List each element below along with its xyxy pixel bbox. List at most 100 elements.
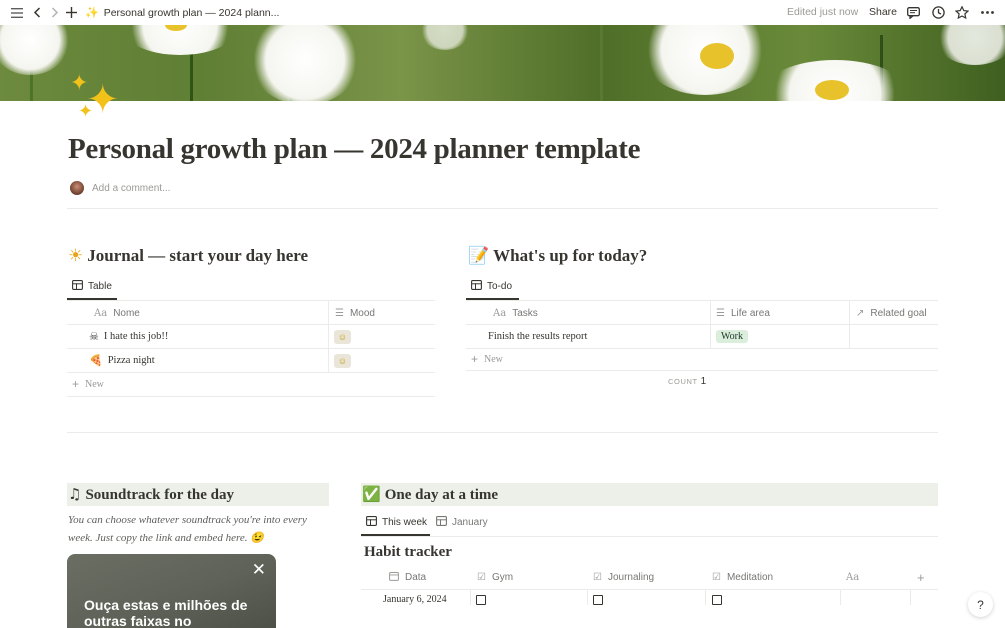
cover-image [0,25,1005,101]
column-divider [470,590,471,605]
share-button[interactable]: Share [869,6,897,18]
count-label: COUNT [668,377,698,386]
column-header-label: Related goal [870,307,927,319]
column-divider [705,590,706,605]
tab-this-week[interactable]: This week [366,516,427,529]
column-header-related-goal[interactable]: ↗ Related goal [856,302,927,324]
menu-icon[interactable] [8,0,26,25]
check-mark-icon: ✅ [362,485,381,503]
table-row[interactable]: Finish the results report [488,325,587,348]
divider [361,536,938,537]
column-header-life-area[interactable]: ☰ Life area [716,302,770,324]
divider [67,372,435,373]
life-area-cell[interactable]: Work [716,325,748,348]
table-row[interactable]: January 6, 2024 [383,591,447,608]
divider [67,396,435,397]
pizza-icon: 🍕 [89,355,103,367]
column-header-mood[interactable]: ☰ Mood [335,302,375,324]
list-property-icon: ☰ [335,307,344,319]
plus-icon: + [72,377,80,391]
divider [67,300,435,301]
column-header-gym[interactable]: ☑ Gym [477,567,513,588]
tab-todo-label: To-do [487,281,513,292]
comment-placeholder[interactable]: Add a comment... [92,183,170,194]
column-header-data[interactable]: Data [389,567,426,588]
mood-cell[interactable]: ☺ [334,325,351,348]
soundtrack-description: You can choose whatever soundtrack you'r… [68,511,307,547]
table-row[interactable]: ☠ I hate this job!! [89,325,168,348]
breadcrumb[interactable]: ✨ Personal growth plan — 2024 plann... [85,0,279,25]
mood-cell[interactable]: ☺ [334,349,351,372]
meditation-checkbox[interactable] [712,595,722,605]
table-icon [72,280,83,293]
divider [466,300,938,301]
embed-promo-text: Ouça estas e milhões de outras faixas no [84,597,248,628]
journaling-checkbox[interactable] [593,595,603,605]
column-header-meditation[interactable]: ☑ Meditation [712,567,773,588]
table-icon [366,516,377,529]
page-title: Personal growth plan — 2024 planner temp… [68,133,641,165]
habit-tracker-title: Habit tracker [364,544,452,560]
relation-arrow-icon: ↗ [856,307,865,319]
spotify-embed[interactable]: ✕ Ouça estas e milhões de outras faixas … [67,554,276,628]
help-button[interactable]: ? [968,592,993,617]
memo-icon: 📝 [468,246,490,266]
column-header-journaling[interactable]: ☑ Journaling [593,567,654,588]
skull-icon: ☠ [89,331,99,343]
add-comment-row[interactable]: Add a comment... [70,181,170,195]
column-header-tasks[interactable]: Aa Tasks [493,302,538,324]
sparkles-icon: ✨ [85,7,99,19]
journal-heading-text: Journal — start your day here [87,246,309,265]
smiley-icon: ☺ [334,329,351,344]
text-property-icon: Aa [94,307,108,319]
oneday-heading-text: One day at a time [384,487,499,503]
new-row-button[interactable]: + New [471,349,503,369]
add-column-plus-icon[interactable]: + [917,567,925,588]
journal-heading: ☀ Journal — start your day here [68,246,308,266]
plus-icon: + [471,352,479,366]
column-divider [910,590,911,605]
text-property-icon[interactable]: Aa [846,567,859,588]
back-arrow-icon[interactable] [30,0,44,25]
tab-table-label: Table [88,281,112,292]
today-heading: 📝 What's up for today? [468,246,647,266]
close-icon[interactable]: ✕ [252,560,266,580]
table-row[interactable]: 🍕 Pizza night [89,349,155,372]
avatar [70,181,84,195]
add-page-icon[interactable] [64,0,78,25]
tab-todo[interactable]: To-do [471,280,512,293]
checkbox-property-icon: ☑ [593,572,602,583]
column-header-label: Data [405,572,427,583]
row-count[interactable]: COUNT 1 [668,376,706,387]
today-heading-text: What's up for today? [493,246,648,265]
tab-label: This week [382,517,428,528]
more-options-icon[interactable] [978,0,996,25]
row-name: I hate this job!! [103,331,169,342]
divider [466,348,938,349]
history-clock-icon[interactable] [930,0,946,25]
forward-arrow-icon[interactable] [48,0,62,25]
calendar-icon [389,571,399,584]
music-note-icon: ♫ [68,485,82,503]
comments-icon[interactable] [905,0,921,25]
tab-january[interactable]: January [436,516,488,529]
tab-table[interactable]: Table [72,280,112,293]
new-label: New [484,353,503,365]
description-line: week. Just copy the link and embed here.… [68,532,264,544]
top-bar: ✨ Personal growth plan — 2024 plann... E… [0,0,1005,25]
date-cell: January 6, 2024 [383,594,447,605]
checkbox-property-icon: ☑ [712,572,721,583]
work-tag: Work [716,330,748,343]
new-label: New [85,378,104,390]
column-header-label: Gym [491,572,514,583]
gym-checkbox[interactable] [476,595,486,605]
edited-status: Edited just now [787,6,859,18]
divider [67,432,938,433]
new-row-button[interactable]: + New [72,374,104,394]
column-header-label: Mood [349,307,375,319]
favorite-star-icon[interactable] [954,0,970,25]
divider [361,589,938,590]
column-header-name[interactable]: Aa Nome [94,302,140,324]
count-value: 1 [700,376,707,387]
column-header-label: Nome [113,307,140,319]
